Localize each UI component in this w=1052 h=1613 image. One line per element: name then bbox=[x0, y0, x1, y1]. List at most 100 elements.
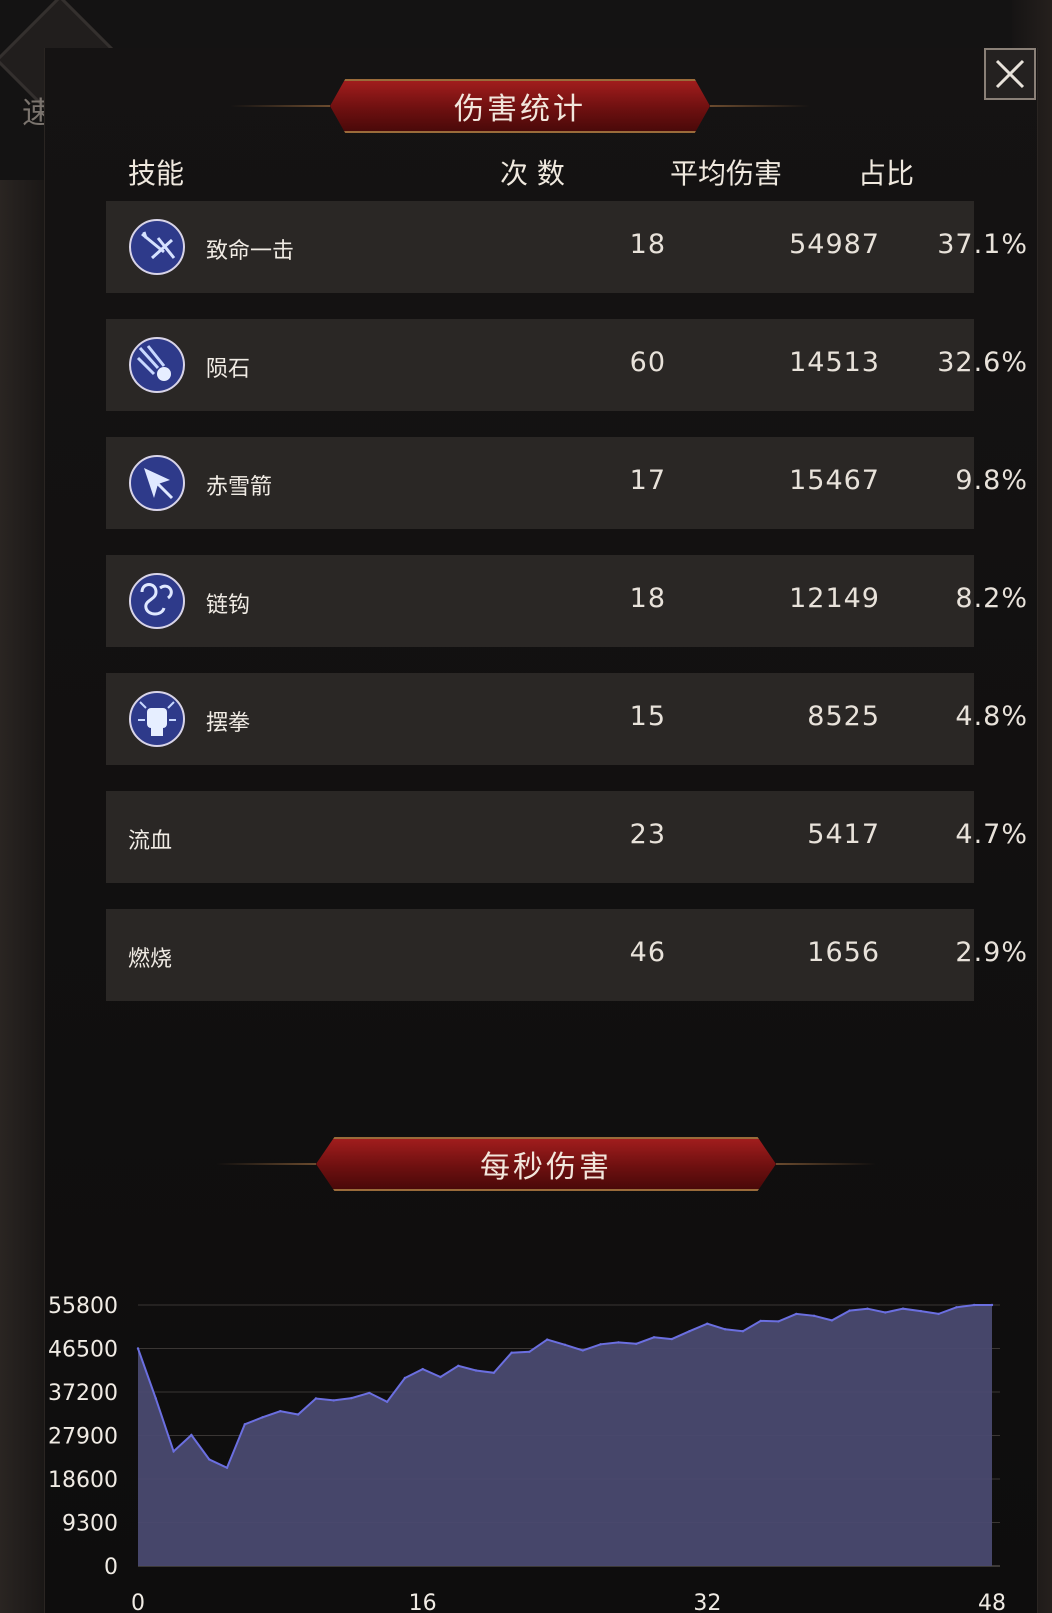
skill-count: 17 bbox=[629, 465, 666, 496]
dps-point bbox=[581, 1349, 584, 1352]
dps-title: 每秒伤害 bbox=[480, 1150, 612, 1185]
skill-row-critical-strike: 致命一击 18 54987 37.1% bbox=[106, 201, 1027, 293]
close-icon bbox=[995, 59, 1025, 89]
x-tick-label: 0 bbox=[131, 1591, 145, 1613]
skill-name: 燃烧 bbox=[128, 947, 173, 972]
close-button[interactable] bbox=[984, 48, 1036, 100]
skill-avg-damage: 5417 bbox=[807, 819, 880, 850]
dps-point bbox=[154, 1397, 157, 1400]
x-tick-label: 16 bbox=[409, 1591, 437, 1613]
y-tick-label: 55800 bbox=[48, 1294, 118, 1319]
dps-point bbox=[848, 1309, 851, 1312]
column-count: 次 数 bbox=[500, 157, 565, 190]
dps-point bbox=[990, 1303, 994, 1307]
skill-name: 摆拳 bbox=[206, 711, 251, 736]
dps-point bbox=[759, 1319, 762, 1323]
dps-point bbox=[723, 1328, 727, 1331]
skill-count: 23 bbox=[629, 819, 666, 850]
skill-share: 37.1% bbox=[937, 229, 1028, 260]
dps-point bbox=[421, 1367, 424, 1371]
skill-row-chain-hook: 链钩 18 12149 8.2% bbox=[106, 555, 1027, 647]
dps-point bbox=[955, 1306, 958, 1309]
dps-point bbox=[777, 1320, 780, 1323]
dps-point bbox=[795, 1312, 798, 1316]
dps-point bbox=[190, 1433, 193, 1437]
dps-point bbox=[457, 1364, 460, 1367]
skill-share: 9.8% bbox=[955, 465, 1028, 496]
dps-point bbox=[706, 1322, 709, 1325]
dps-point bbox=[296, 1413, 300, 1416]
damage-stats-title: 伤害统计 bbox=[454, 92, 586, 127]
skill-share: 4.7% bbox=[955, 819, 1028, 850]
skill-avg-damage: 14513 bbox=[789, 347, 880, 378]
skill-count: 15 bbox=[629, 701, 666, 732]
dps-point bbox=[403, 1376, 407, 1380]
skill-avg-damage: 12149 bbox=[789, 583, 880, 614]
dps-point bbox=[599, 1343, 602, 1346]
skill-count: 60 bbox=[629, 347, 666, 378]
dps-point bbox=[368, 1391, 371, 1395]
dps-point bbox=[243, 1423, 246, 1426]
column-share: 占比 bbox=[858, 157, 915, 190]
dps-point bbox=[314, 1397, 318, 1400]
y-tick-label: 46500 bbox=[48, 1338, 118, 1363]
skill-row-fist: 摆拳 15 8525 4.8% bbox=[106, 673, 1027, 765]
dps-point bbox=[884, 1311, 887, 1314]
arrow-icon bbox=[129, 455, 185, 511]
skill-avg-damage: 54987 bbox=[789, 229, 880, 260]
dps-point bbox=[652, 1336, 656, 1339]
dps-point bbox=[136, 1347, 140, 1350]
y-tick-label: 9300 bbox=[62, 1512, 118, 1537]
column-skill: 技能 bbox=[128, 157, 185, 190]
skill-count: 18 bbox=[629, 229, 666, 260]
dps-banner: 每秒伤害 bbox=[216, 1137, 876, 1191]
y-tick-label: 37200 bbox=[48, 1381, 118, 1406]
dps-chart: 0 9300 18600 27900 37200 46500 55800 0 16 32 48 bbox=[48, 1294, 1006, 1613]
chain-hook-icon bbox=[129, 573, 185, 629]
dps-point bbox=[973, 1303, 976, 1307]
dps-point bbox=[225, 1466, 229, 1469]
skill-share: 2.9% bbox=[955, 937, 1028, 968]
skill-avg-damage: 1656 bbox=[807, 937, 880, 968]
skill-count: 18 bbox=[629, 583, 666, 614]
dps-point bbox=[830, 1319, 834, 1322]
fist-icon bbox=[129, 691, 185, 747]
dps-point bbox=[670, 1337, 673, 1341]
skill-name: 链钩 bbox=[206, 593, 251, 618]
skill-row-arrow: 赤雪箭 17 15467 9.8% bbox=[106, 437, 1027, 529]
column-avg-damage: 平均伤害 bbox=[670, 157, 783, 190]
dps-point bbox=[812, 1314, 816, 1317]
critical-strike-icon bbox=[129, 219, 185, 275]
dps-point bbox=[528, 1350, 531, 1353]
skill-share: 4.8% bbox=[955, 701, 1028, 732]
dps-point bbox=[919, 1309, 922, 1313]
skill-share: 8.2% bbox=[955, 583, 1028, 614]
skill-name: 致命一击 bbox=[206, 239, 295, 264]
dps-point bbox=[635, 1342, 638, 1345]
dps-point bbox=[546, 1338, 549, 1341]
skill-name: 流血 bbox=[128, 829, 173, 854]
dps-point bbox=[492, 1371, 495, 1374]
skill-row-meteor: 陨石 60 14513 32.6% bbox=[106, 319, 1027, 411]
dps-point bbox=[439, 1375, 442, 1379]
dps-point bbox=[332, 1399, 335, 1402]
x-tick-label: 32 bbox=[693, 1591, 721, 1613]
y-tick-label: 0 bbox=[104, 1555, 118, 1580]
dps-point bbox=[510, 1351, 513, 1354]
dps-point bbox=[172, 1450, 175, 1453]
x-tick-label: 48 bbox=[978, 1591, 1006, 1613]
y-tick-label: 27900 bbox=[48, 1425, 118, 1450]
y-tick-label: 18600 bbox=[48, 1468, 118, 1493]
dps-point bbox=[208, 1458, 211, 1461]
skill-row-burn: 燃烧 46 1656 2.9% bbox=[106, 909, 1027, 1001]
dps-point bbox=[901, 1307, 905, 1310]
skill-row-bleed: 流血 23 5417 4.7% bbox=[106, 791, 1027, 883]
dps-point bbox=[937, 1312, 940, 1316]
skill-avg-damage: 15467 bbox=[789, 465, 880, 496]
damage-stats-banner: 伤害统计 bbox=[230, 79, 810, 133]
meteor-icon bbox=[129, 337, 185, 393]
skill-avg-damage: 8525 bbox=[807, 701, 880, 732]
dps-point bbox=[617, 1341, 620, 1344]
dps-point bbox=[866, 1307, 869, 1310]
dps-point bbox=[474, 1369, 478, 1372]
